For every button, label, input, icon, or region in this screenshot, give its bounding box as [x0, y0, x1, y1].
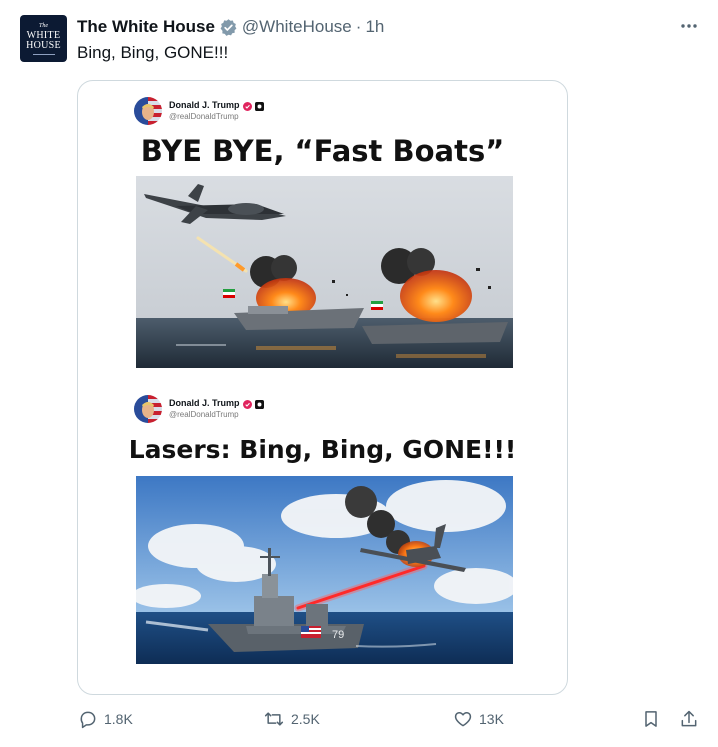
verified-badge-icon	[242, 101, 252, 111]
tweet-header: The White House @WhiteHouse · 1h	[77, 16, 384, 38]
embedded-post-header-1: Donald J. Trump @realDonaldTrump	[134, 97, 264, 125]
embedded-handle-2: @realDonaldTrump	[169, 409, 239, 419]
avatar-line-2: WHITE	[26, 29, 61, 41]
reply-button[interactable]: 1.8K	[78, 709, 133, 729]
avatar-line-1: The	[39, 22, 48, 29]
bookmark-icon	[645, 711, 657, 727]
repost-button[interactable]: 2.5K	[263, 709, 320, 729]
verified-badge-icon	[242, 399, 252, 409]
account-name[interactable]: The White House	[77, 17, 215, 37]
tweet-text: Bing, Bing, GONE!!!	[77, 43, 229, 62]
reply-icon	[80, 711, 96, 729]
timestamp[interactable]: 1h	[365, 17, 384, 37]
headline-lasers: Lasers: Bing, Bing, GONE!!!	[128, 435, 517, 464]
embedded-author-1: Donald J. Trump	[169, 100, 240, 111]
account-handle[interactable]: @WhiteHouse	[242, 17, 352, 37]
action-bar: 1.8K 2.5K 13K	[0, 709, 718, 733]
repost-count: 2.5K	[291, 711, 320, 727]
embedded-handle-1: @realDonaldTrump	[169, 111, 239, 121]
account-avatar[interactable]: The WHITE HOUSE	[20, 15, 67, 62]
repost-icon	[264, 712, 284, 726]
affiliate-badge-icon	[254, 101, 264, 111]
trump-avatar	[134, 395, 162, 423]
laser-destroyer-image: 79	[136, 476, 513, 664]
more-icon[interactable]	[677, 14, 701, 38]
separator-dot: ·	[355, 17, 362, 36]
embedded-post-header-2: Donald J. Trump @realDonaldTrump	[134, 395, 264, 423]
affiliate-badge-icon	[254, 399, 264, 409]
like-count: 13K	[479, 711, 504, 727]
avatar-rule	[32, 53, 55, 55]
trump-avatar	[134, 97, 162, 125]
ship-hull-number: 79	[332, 629, 344, 641]
share-button[interactable]	[679, 709, 705, 729]
like-button[interactable]: 13K	[453, 709, 504, 729]
embedded-author-2: Donald J. Trump	[169, 398, 240, 409]
tweet-media[interactable]: Donald J. Trump @realDonaldTrump BYE BYE…	[77, 80, 568, 695]
reply-count: 1.8K	[104, 711, 133, 727]
drone-strike-image	[136, 176, 513, 368]
verified-badge-icon	[219, 18, 238, 37]
avatar-line-3: HOUSE	[26, 39, 61, 51]
headline-fast-boats: BYE BYE, “Fast Boats”	[140, 134, 505, 168]
share-icon	[681, 710, 697, 727]
bookmark-button[interactable]	[641, 709, 667, 729]
like-icon	[454, 712, 472, 727]
